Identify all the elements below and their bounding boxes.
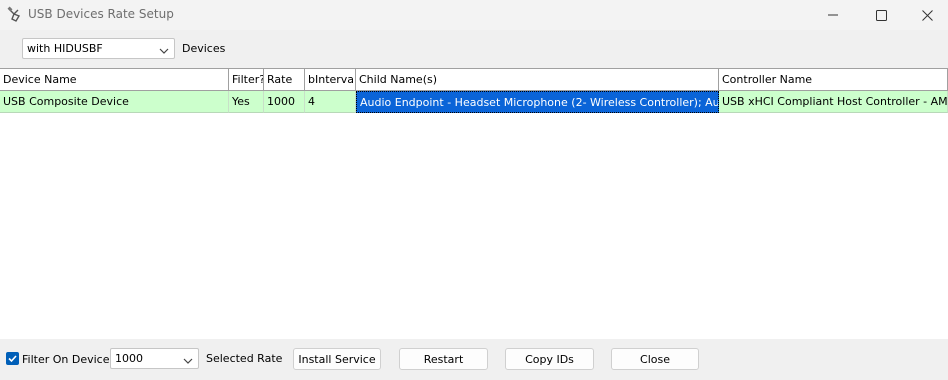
cell-binterval[interactable]: 4 <box>305 91 356 113</box>
filter-on-device-label[interactable]: Filter On Device <box>22 353 109 366</box>
devices-label: Devices <box>182 42 226 55</box>
close-window-button[interactable] <box>904 0 948 30</box>
chevron-down-icon <box>159 45 169 58</box>
grid-header: Device Name Filter? Rate bInterval Child… <box>0 69 948 91</box>
maximize-icon <box>875 9 887 21</box>
minimize-button[interactable] <box>810 0 856 30</box>
column-header-binterval[interactable]: bInterval <box>305 69 356 91</box>
table-row[interactable]: USB Composite Device Yes 1000 4 Audio En… <box>0 91 948 113</box>
top-toolbar: with HIDUSBF Devices <box>0 30 948 68</box>
usb-plug-icon <box>6 6 23 23</box>
cell-rate[interactable]: 1000 <box>264 91 305 113</box>
mode-select-value: with HIDUSBF <box>27 42 103 55</box>
cell-device-name[interactable]: USB Composite Device <box>0 91 229 113</box>
maximize-button[interactable] <box>858 0 904 30</box>
filter-on-device-checkbox[interactable] <box>6 352 19 365</box>
column-header-child-names[interactable]: Child Name(s) <box>356 69 719 91</box>
rate-select[interactable]: 1000 <box>110 348 199 369</box>
column-header-device-name[interactable]: Device Name <box>0 69 229 91</box>
selected-rate-label: Selected Rate <box>206 352 283 365</box>
chevron-down-icon <box>183 355 193 368</box>
minimize-icon <box>828 10 838 20</box>
restart-button[interactable]: Restart <box>399 348 488 370</box>
cell-filter[interactable]: Yes <box>229 91 264 113</box>
column-header-rate[interactable]: Rate <box>264 69 305 91</box>
bottom-bar: Filter On Device 1000 Selected Rate Inst… <box>0 339 948 380</box>
close-icon <box>921 9 933 21</box>
column-header-controller-name[interactable]: Controller Name <box>719 69 948 91</box>
cell-child-names[interactable]: Audio Endpoint - Headset Microphone (2- … <box>356 91 719 113</box>
cell-controller-name[interactable]: USB xHCI Compliant Host Controller - AMD… <box>719 91 948 113</box>
rate-select-value: 1000 <box>115 352 143 365</box>
title-bar: USB Devices Rate Setup <box>0 0 948 30</box>
copy-ids-button[interactable]: Copy IDs <box>505 348 594 370</box>
window-title: USB Devices Rate Setup <box>28 7 174 21</box>
column-header-filter[interactable]: Filter? <box>229 69 264 91</box>
hidusbf-mode-select[interactable]: with HIDUSBF <box>22 38 175 59</box>
devices-grid[interactable]: Device Name Filter? Rate bInterval Child… <box>0 68 948 339</box>
install-service-button[interactable]: Install Service <box>293 348 381 370</box>
close-button[interactable]: Close <box>611 348 699 370</box>
checkmark-icon <box>6 355 19 368</box>
